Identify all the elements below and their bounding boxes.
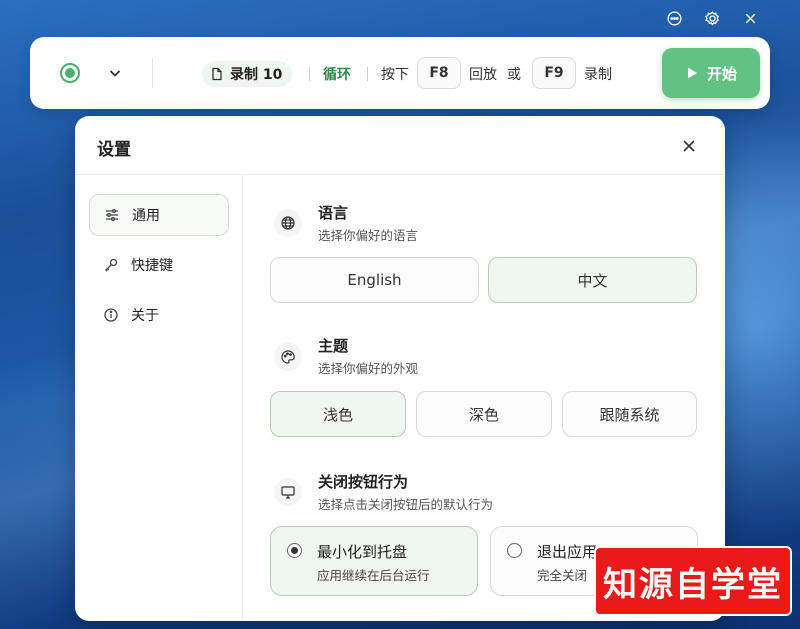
language-option-english[interactable]: English [270, 257, 479, 303]
info-icon [104, 308, 118, 322]
sidebar-item-about[interactable]: 关于 [89, 294, 229, 336]
chat-icon[interactable] [664, 8, 684, 28]
toolbar-divider [152, 58, 153, 88]
dialog-close-icon[interactable] [679, 136, 699, 156]
toolbar-separator [309, 67, 310, 81]
recorder-toolbar: 录制 10 循环 按下 F8 回放 或 F9 录制 开始 [30, 37, 770, 109]
monitor-icon [274, 478, 302, 506]
playback-label: 回放 [469, 67, 497, 83]
close-behavior-title: 关闭按钮行为 [318, 473, 409, 491]
press-label: 按下 [381, 67, 409, 83]
close-behavior-subtitle: 选择点击关闭按钮后的默认行为 [318, 497, 494, 512]
loop-toggle[interactable]: 循环 [323, 64, 351, 84]
dialog-title: 设置 [97, 140, 131, 160]
close-option-desc: 应用继续在后台运行 [317, 568, 430, 583]
or-label: 或 [507, 67, 521, 83]
close-option-minimize[interactable]: 最小化到托盘 应用继续在后台运行 [270, 526, 478, 596]
language-title: 语言 [318, 204, 349, 222]
close-option-label: 最小化到托盘 [317, 543, 408, 561]
start-button[interactable]: 开始 [662, 48, 760, 98]
theme-option-dark[interactable]: 深色 [416, 391, 552, 437]
sidebar-item-label: 快捷键 [131, 258, 173, 274]
record-count-label: 录制 10 [230, 67, 283, 83]
file-icon [212, 67, 222, 81]
sidebar-item-label: 通用 [132, 208, 160, 224]
key-icon [105, 258, 118, 272]
sidebar-item-label: 关于 [131, 308, 159, 324]
chevron-down-icon[interactable] [106, 64, 124, 82]
sliders-icon [106, 209, 118, 221]
record-action-label: 录制 [584, 67, 612, 83]
gear-icon[interactable] [702, 8, 722, 28]
theme-option-light[interactable]: 浅色 [270, 391, 406, 437]
globe-icon [274, 209, 302, 237]
playback-hotkey[interactable]: F8 [417, 57, 461, 89]
record-hotkey[interactable]: F9 [532, 57, 576, 89]
language-option-chinese[interactable]: 中文 [488, 257, 697, 303]
close-icon[interactable] [740, 8, 760, 28]
record-count-badge[interactable]: 录制 10 [202, 61, 293, 87]
window-controls [664, 8, 760, 28]
close-option-desc: 完全关闭 [537, 568, 588, 583]
toolbar-separator [367, 67, 368, 81]
close-option-label: 退出应用 [537, 543, 598, 561]
play-icon [687, 67, 697, 79]
theme-title: 主题 [318, 337, 349, 355]
palette-icon [274, 343, 302, 371]
watermark-logo: 知源自学堂 [594, 546, 792, 616]
settings-sidebar: 通用 快捷键 关于 [75, 175, 243, 621]
theme-option-system[interactable]: 跟随系统 [562, 391, 697, 437]
sidebar-item-general[interactable]: 通用 [89, 194, 229, 236]
record-status-indicator[interactable] [60, 63, 80, 83]
radio-button[interactable] [507, 543, 522, 558]
start-button-label: 开始 [706, 64, 737, 83]
sidebar-item-shortcuts[interactable]: 快捷键 [89, 244, 229, 286]
theme-subtitle: 选择你偏好的外观 [318, 361, 419, 376]
language-subtitle: 选择你偏好的语言 [318, 228, 419, 243]
radio-button[interactable] [287, 543, 302, 558]
